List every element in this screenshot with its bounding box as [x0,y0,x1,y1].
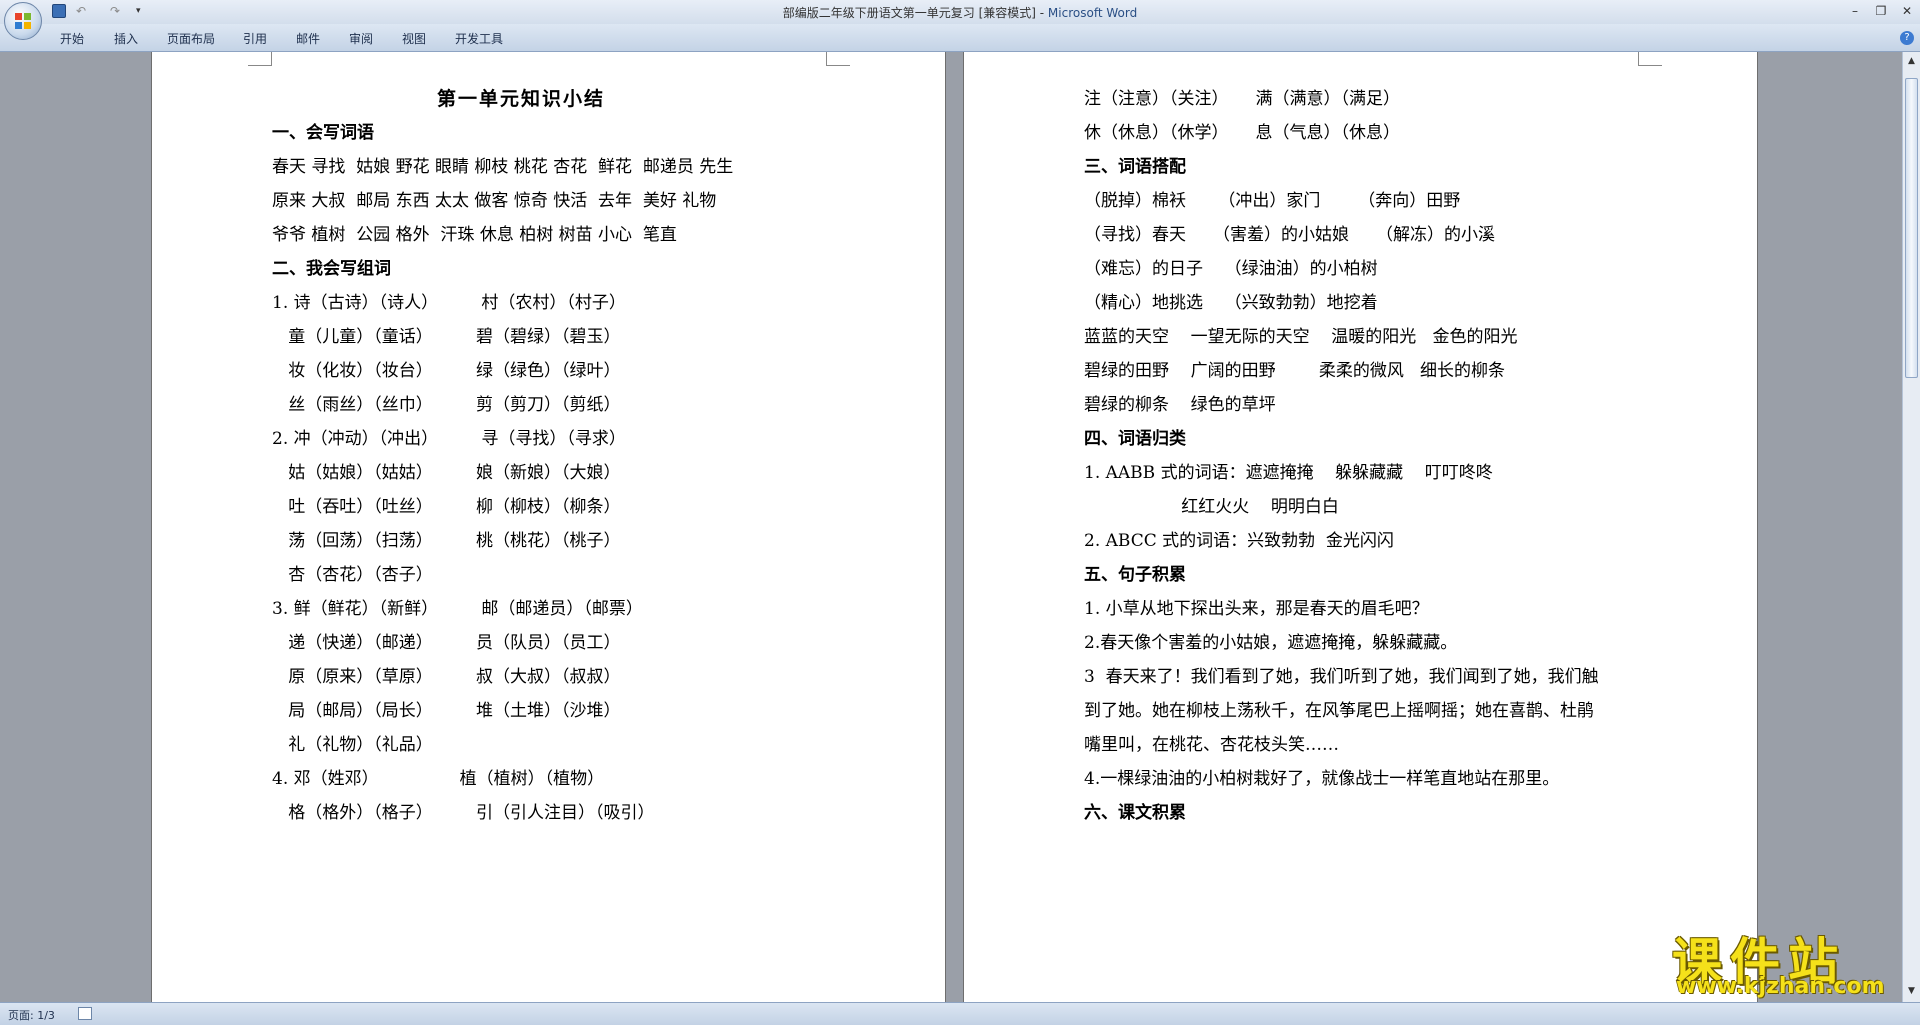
window-title: 部编版二年级下册语文第一单元复习 [兼容模式] - Microsoft Word [0,4,1920,21]
proofing-icon[interactable] [78,1007,92,1020]
page-count[interactable]: 页面: 1/3 [8,1007,55,1023]
tab-developer[interactable]: 开发工具 [455,30,503,47]
scrollbar-thumb[interactable] [1905,78,1918,378]
text-line: 爷爷 植树 公园 格外 汗珠 休息 柏树 树苗 小心 笔直 [272,225,677,245]
text-line: 2. ABCC 式的词语：兴致勃勃 金光闪闪 [1084,531,1394,551]
status-bar: 页面: 1/3 [0,1002,1920,1025]
text-line: 碧绿的柳条 绿色的草坪 [1084,395,1276,415]
text-line: 吐（吞吐）（吐丝） 柳（柳枝）（柳条） [272,497,621,517]
text-line: 妆（化妆）（妆台） 绿（绿色）（绿叶） [272,361,621,381]
text-line: （难忘）的日子 （绿油油）的小柏树 [1084,259,1378,279]
text-line: 2.春天像个害羞的小姑娘，遮遮掩掩，躲躲藏藏。 [1084,633,1458,653]
document-title: 部编版二年级下册语文第一单元复习 [兼容模式] - [782,6,1048,20]
save-icon[interactable] [52,4,66,18]
close-button[interactable]: ✕ [1894,1,1920,21]
text-line: （精心）地挑选 （兴致勃勃）地挖着 [1084,293,1378,313]
text-line: （脱掉）棉袄 （冲出）家门 （奔向）田野 [1084,191,1461,211]
tab-review[interactable]: 审阅 [349,30,373,47]
text-line: 注（注意）（关注） 满（满意）（满足） [1084,89,1401,109]
text-line: 递（快递）（邮递） 员（队员）（员工） [272,633,621,653]
redo-icon[interactable]: ↷ [108,4,122,18]
page-title: 第一单元知识小结 [437,88,606,110]
tab-home[interactable]: 开始 [60,30,84,47]
restore-button[interactable]: ❐ [1868,1,1894,21]
crop-mark [1638,52,1662,66]
text-line: 春天 寻找 姑娘 野花 眼睛 柳枝 桃花 杏花 鲜花 邮递员 先生 [272,157,734,177]
office-logo-icon [15,13,31,29]
text-line: 四、词语归类 [1084,429,1186,449]
text-line: 嘴里叫，在桃花、杏花枝头笑…… [1084,735,1339,755]
text-line: 丝（雨丝）（丝巾） 剪（剪刀）（剪纸） [272,395,621,415]
text-line: 礼（礼物）（礼品） [272,735,433,755]
text-line: 1. AABB 式的词语：遮遮掩掩 躲躲藏藏 叮叮咚咚 [1084,463,1493,483]
undo-icon[interactable]: ↶ [74,4,88,18]
text-line: 4. 邓（姓邓） 植（植树）（植物） [272,769,605,789]
text-line: 一、会写词语 [272,123,374,143]
text-line: 1. 诗（古诗）（诗人） 村（农村）（村子） [272,293,626,313]
tab-view[interactable]: 视图 [402,30,426,47]
crop-mark [248,52,272,66]
text-line: 红红火火 明明白白 [1084,497,1339,517]
text-line: 1. 小草从地下探出头来，那是春天的眉毛吧？ [1084,599,1429,619]
text-line: 格（格外）（格子） 引（引人注目）（吸引） [272,803,655,823]
title-bar: 部编版二年级下册语文第一单元复习 [兼容模式] - Microsoft Word… [0,0,1920,24]
office-button[interactable] [4,2,42,40]
help-icon[interactable]: ? [1900,31,1914,45]
text-line: 姑（姑娘）（姑姑） 娘（新娘）（大娘） [272,463,621,483]
text-line: 3. 鲜（鲜花）（新鲜） 邮（邮递员）（邮票） [272,599,643,619]
tab-mailings[interactable]: 邮件 [296,30,320,47]
text-line: 三、词语搭配 [1084,157,1186,177]
text-line: 二、我会写组词 [272,259,391,279]
document-page-1[interactable]: 第一单元知识小结 一、会写词语春天 寻找 姑娘 野花 眼睛 柳枝 桃花 杏花 鲜… [151,52,946,1002]
text-line: 碧绿的田野 广阔的田野 柔柔的微风 细长的柳条 [1084,361,1506,381]
minimize-button[interactable]: – [1842,1,1868,21]
watermark-url: www.kjzhan.com [1676,974,1885,999]
text-line: 2. 冲（冲动）（冲出） 寻（寻找）（寻求） [272,429,626,449]
text-line: 五、句子积累 [1084,565,1186,585]
crop-mark [826,52,850,66]
text-line: 蓝蓝的天空 一望无际的天空 温暖的阳光 金色的阳光 [1084,327,1518,347]
customize-qat-icon[interactable]: ▾ [136,4,150,18]
ribbon-tabs: 开始 插入 页面布局 引用 邮件 审阅 视图 开发工具 ? [0,24,1920,52]
watermark-logo: 课件站 www.kjzhan.com [1668,918,1908,1000]
text-line: 3 春天来了！我们看到了她，我们听到了她，我们闻到了她，我们触 [1084,667,1599,687]
text-line: 六、课文积累 [1084,803,1186,823]
document-area[interactable]: 第一单元知识小结 一、会写词语春天 寻找 姑娘 野花 眼睛 柳枝 桃花 杏花 鲜… [0,52,1902,1002]
scroll-up-icon[interactable]: ▲ [1905,54,1918,68]
text-line: 4.一棵绿油油的小柏树栽好了，就像战士一样笔直地站在那里。 [1084,769,1560,789]
text-line: 童（儿童）（童话） 碧（碧绿）（碧玉） [272,327,621,347]
text-line: 杏（杏花）（杏子） [272,565,433,585]
text-line: 休（休息）（休学） 息（气息）（休息） [1084,123,1401,143]
vertical-scrollbar[interactable]: ▲ ▼ [1902,52,1920,1002]
tab-references[interactable]: 引用 [243,30,267,47]
text-line: （寻找）春天 （害羞）的小姑娘 （解冻）的小溪 [1084,225,1496,245]
document-page-2[interactable]: 注（注意）（关注） 满（满意）（满足） 休（休息）（休学） 息（气息）（休息） 三、… [963,52,1758,1002]
text-line: 原（原来）（草原） 叔（大叔）（叔叔） [272,667,621,687]
text-line: 原来 大叔 邮局 东西 太太 做客 惊奇 快活 去年 美好 礼物 [272,191,717,211]
tab-insert[interactable]: 插入 [114,30,138,47]
text-line: 局（邮局）（局长） 堆（土堆）（沙堆） [272,701,621,721]
tab-page-layout[interactable]: 页面布局 [167,30,215,47]
app-name: Microsoft Word [1047,6,1138,20]
text-line: 荡（回荡）（扫荡） 桃（桃花）（桃子） [272,531,621,551]
text-line: 到了她。她在柳枝上荡秋千，在风筝尾巴上摇啊摇；她在喜鹊、杜鹃 [1084,701,1594,721]
